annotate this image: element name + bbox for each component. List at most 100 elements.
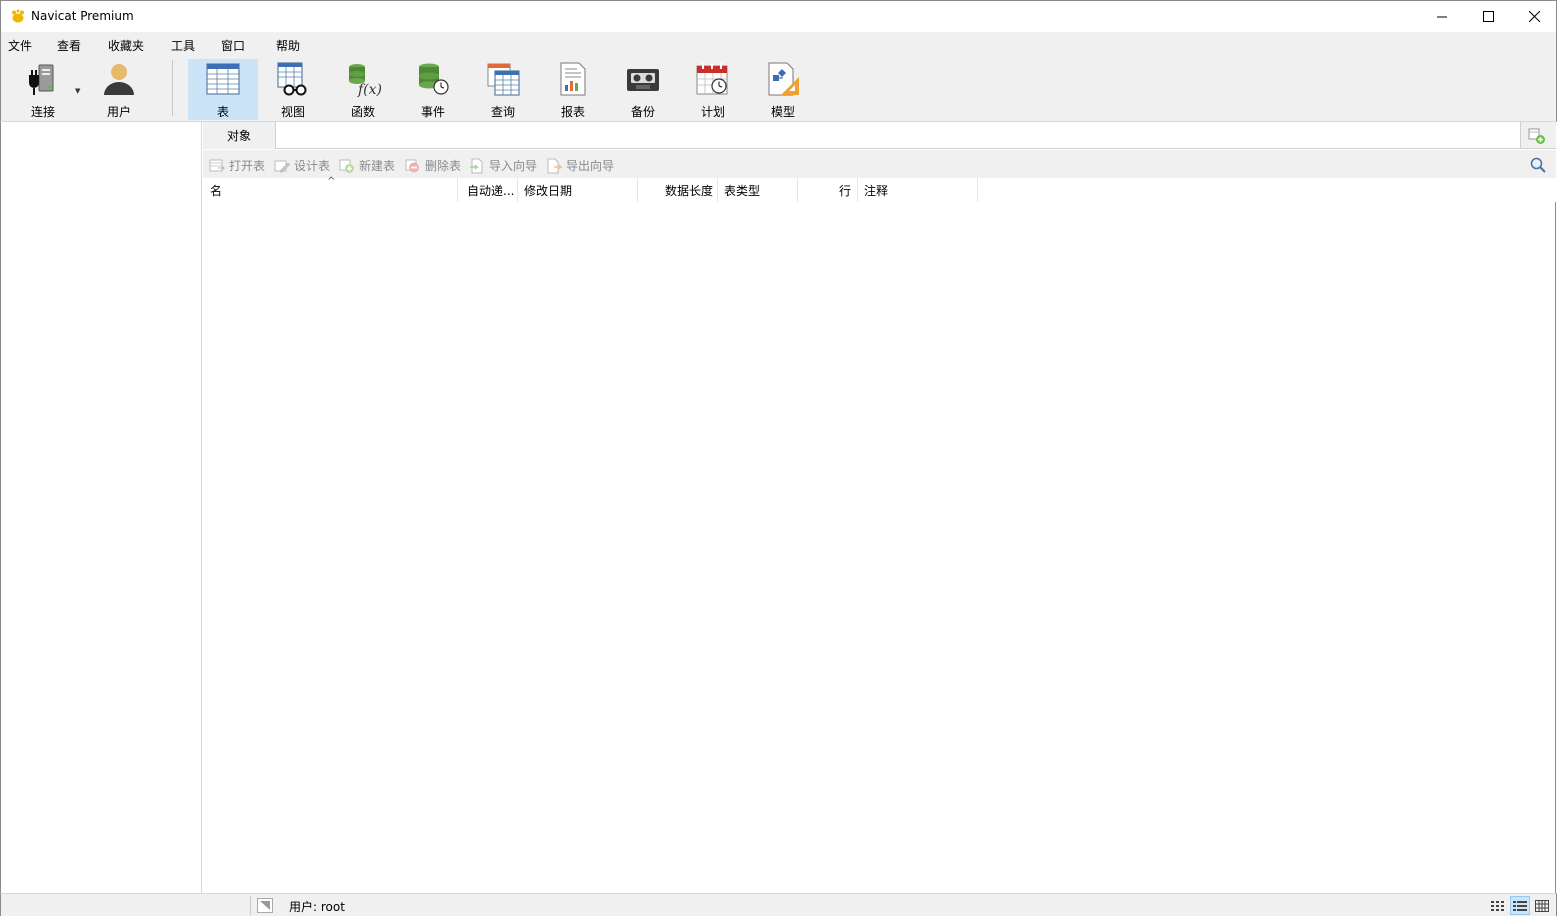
model-diagram-icon <box>768 62 799 95</box>
column-modified-date-label: 修改日期 <box>524 183 573 198</box>
maximize-button[interactable] <box>1465 1 1511 31</box>
toolbar-view-button[interactable]: 视图 <box>258 59 328 120</box>
toolbar-function-button[interactable]: f(x) 函数 <box>328 59 398 120</box>
new-table-button[interactable]: 新建表 <box>339 157 395 174</box>
export-wizard-icon <box>547 158 562 173</box>
view-glasses-icon <box>277 61 307 95</box>
column-header-comment[interactable]: 注释 <box>858 178 978 202</box>
status-bar: 用户: root <box>0 893 1557 916</box>
title-bar: Navicat Premium <box>0 0 1557 32</box>
column-auto-increment-label: 自动递... <box>467 183 515 198</box>
toolbar-backup-button[interactable]: 备份 <box>608 59 678 120</box>
table-icon <box>206 62 240 95</box>
new-tab-icon[interactable] <box>1528 127 1546 145</box>
toolbar-event-button[interactable]: 事件 <box>398 59 468 120</box>
export-wizard-button[interactable]: 导出向导 <box>546 157 614 174</box>
open-table-icon <box>209 159 225 171</box>
column-rows-label: 行 <box>838 183 851 198</box>
column-header-auto-increment[interactable]: 自动递... <box>458 178 518 202</box>
open-table-button[interactable]: 打开表 <box>209 157 265 174</box>
view-er-diagram-button[interactable] <box>1532 896 1552 915</box>
object-tab-bar: 对象 <box>203 122 1556 149</box>
import-wizard-label: 导入向导 <box>489 159 538 173</box>
design-table-icon <box>274 160 290 173</box>
menu-favorites[interactable]: 收藏夹 <box>108 37 144 54</box>
design-table-label: 设计表 <box>294 159 331 173</box>
toolbar-separator <box>172 60 173 116</box>
view-detail-button[interactable] <box>1510 896 1530 915</box>
column-data-length-label: 数据长度 <box>664 183 713 198</box>
user-label: 用户 <box>106 105 131 119</box>
menu-file[interactable]: 文件 <box>8 37 32 54</box>
connect-dropdown-icon[interactable]: ▼ <box>75 87 80 95</box>
view-list-button[interactable] <box>1488 896 1508 915</box>
connection-plug-icon <box>29 64 54 95</box>
tab-objects-label: 对象 <box>226 129 251 143</box>
toolbar-function-label: 函数 <box>350 105 375 119</box>
detail-view-icon <box>1513 900 1527 911</box>
toolbar-schedule-label: 计划 <box>700 105 725 119</box>
toolbar-view-label: 视图 <box>280 105 305 119</box>
menu-bar: 文件 查看 收藏夹 工具 窗口 帮助 <box>0 32 1557 56</box>
toolbar-query-button[interactable]: 查询 <box>468 59 538 120</box>
new-table-icon <box>339 159 354 173</box>
toolbar-report-label: 报表 <box>560 105 585 119</box>
toolbar-report-button[interactable]: 报表 <box>538 59 608 120</box>
toolbar-event-label: 事件 <box>420 105 445 119</box>
menu-help[interactable]: 帮助 <box>276 37 300 54</box>
open-table-label: 打开表 <box>229 159 266 173</box>
maximize-icon <box>1482 10 1494 22</box>
svg-text:f(x): f(x) <box>357 82 381 97</box>
column-header-modified-date[interactable]: 修改日期 <box>518 178 638 202</box>
minimize-button[interactable] <box>1419 1 1465 31</box>
status-user: 用户: root <box>289 900 345 914</box>
function-fx-icon: f(x) <box>349 63 381 97</box>
menu-view[interactable]: 查看 <box>57 37 81 54</box>
column-header-table-type[interactable]: 表类型 <box>718 178 798 202</box>
column-comment-label: 注释 <box>864 183 889 198</box>
minimize-icon <box>1436 16 1447 17</box>
grid-view-icon <box>1535 899 1549 912</box>
close-button[interactable] <box>1511 1 1557 31</box>
toolbar-query-label: 查询 <box>490 105 515 119</box>
toolbar-model-label: 模型 <box>770 105 795 119</box>
export-wizard-label: 导出向导 <box>566 159 615 173</box>
window-title: Navicat Premium <box>31 9 134 23</box>
toolbar-table-label: 表 <box>216 105 229 119</box>
column-table-type-label: 表类型 <box>724 183 761 198</box>
menu-window[interactable]: 窗口 <box>221 37 245 54</box>
import-wizard-icon <box>470 158 483 173</box>
toolbar-model-button[interactable]: 模型 <box>748 59 818 120</box>
connection-status-icon <box>257 898 273 913</box>
delete-table-label: 删除表 <box>425 159 462 173</box>
user-avatar-icon <box>104 63 134 95</box>
import-wizard-button[interactable]: 导入向导 <box>469 157 537 174</box>
menu-tools[interactable]: 工具 <box>171 37 195 54</box>
new-table-label: 新建表 <box>359 159 396 173</box>
column-header-rows[interactable]: 行 <box>798 178 858 202</box>
column-name-label: 名 <box>210 183 223 198</box>
schedule-calendar-icon <box>696 62 728 94</box>
connect-button[interactable]: 连接 <box>8 59 78 120</box>
search-icon[interactable] <box>1529 156 1547 174</box>
object-list-header: 名 ^ 自动递... 修改日期 数据长度 表类型 行 注释 <box>203 176 1556 202</box>
design-table-button[interactable]: 设计表 <box>274 157 330 174</box>
status-separator <box>250 896 251 915</box>
main-toolbar: 连接 ▼ 用户 表 视图 f(x) 函数 事件 查询 报表 备份 计划 模型 <box>0 56 1557 122</box>
sort-ascending-icon: ^ <box>327 176 336 187</box>
toolbar-table-button[interactable]: 表 <box>188 59 258 120</box>
delete-table-button[interactable]: 删除表 <box>405 157 461 174</box>
user-button[interactable]: 用户 <box>84 59 154 120</box>
delete-table-icon <box>405 159 419 172</box>
toolbar-schedule-button[interactable]: 计划 <box>678 59 748 120</box>
column-header-name[interactable]: 名 ^ <box>203 176 458 202</box>
column-header-data-length[interactable]: 数据长度 <box>638 178 718 202</box>
tab-objects[interactable]: 对象 <box>203 122 275 149</box>
list-view-icon <box>1491 900 1504 911</box>
navigation-pane[interactable] <box>0 122 202 893</box>
tab-bar-empty-area <box>275 122 1521 148</box>
object-list[interactable] <box>203 202 1556 893</box>
report-icon <box>560 62 586 95</box>
navicat-logo-icon <box>12 9 24 23</box>
backup-tape-icon <box>627 68 659 91</box>
